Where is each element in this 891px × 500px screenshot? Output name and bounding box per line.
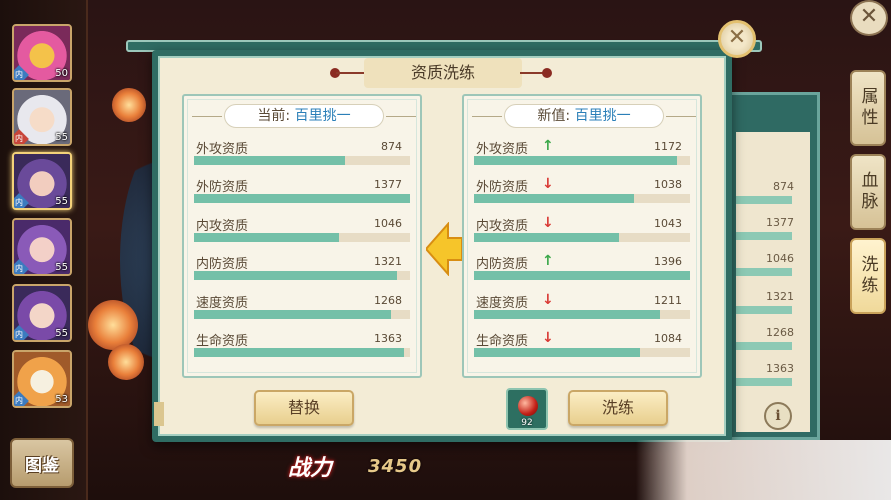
hero-slot-3[interactable]: 内 55 — [12, 152, 72, 210]
new-grade: 新值: 百里挑一 — [504, 104, 664, 128]
stat-row: 外攻资质 874 — [194, 138, 412, 172]
stat-row: 内防资质 ↑ 1396 — [474, 253, 692, 287]
stat-row: 速度资质 ↓ 1211 — [474, 292, 692, 326]
watermark-logo — [660, 446, 880, 494]
background-stat-row: 1268 — [736, 326, 810, 356]
stat-bar — [474, 194, 690, 203]
title-ornament-icon — [542, 68, 552, 78]
hero-slot-6[interactable]: 内 53 — [12, 350, 72, 408]
stat-row: 内攻资质 ↓ 1043 — [474, 215, 692, 249]
lantern-icon — [108, 344, 144, 380]
stat-bar — [194, 271, 410, 280]
stat-bar — [474, 348, 690, 357]
stat-bar — [194, 194, 410, 203]
background-stat-row: 1321 — [736, 290, 810, 320]
stat-bar — [194, 156, 410, 165]
refine-button[interactable]: 洗练 — [568, 390, 668, 426]
hero-level: 55 — [55, 262, 68, 273]
hero-level: 55 — [55, 328, 68, 339]
background-stat-row: 1363 — [736, 362, 810, 392]
arrow-down-icon: ↓ — [542, 292, 554, 308]
combat-power: 战力 3450 — [288, 446, 448, 486]
tab-bloodline[interactable]: 血脉 — [850, 154, 886, 230]
arrow-down-icon: ↓ — [542, 215, 554, 231]
dialog-title: 资质洗练 — [330, 58, 556, 88]
background-stat-row: 1046 — [736, 252, 810, 282]
arrow-down-icon: ↓ — [542, 330, 554, 346]
arrow-left-icon — [426, 222, 462, 276]
hero-slot-5[interactable]: 内 55 — [12, 284, 72, 342]
page-title: 资质洗练 — [364, 58, 522, 88]
new-stats-panel: 新值: 百里挑一 外攻资质 ↑ 1172 外防资质 ↓ 1038 内攻资质 ↓ … — [462, 94, 702, 378]
stat-bar — [474, 156, 690, 165]
power-label: 战力 — [288, 456, 333, 481]
hero-slot-1[interactable]: 内 50 — [12, 24, 72, 82]
stat-bar — [194, 310, 410, 319]
arrow-up-icon: ↑ — [542, 253, 554, 269]
hero-sidebar: 内 50 内 55 内 55 内 55 内 55 内 53 图鉴 — [0, 0, 88, 500]
stat-row: 速度资质 1268 — [194, 292, 412, 326]
gallery-button[interactable]: 图鉴 — [10, 438, 74, 488]
stat-row: 内防资质 1321 — [194, 253, 412, 287]
stat-row: 外防资质 1377 — [194, 176, 412, 210]
stat-row: 外防资质 ↓ 1038 — [474, 176, 692, 210]
tab-refine[interactable]: 洗练 — [850, 238, 886, 314]
hero-level: 53 — [55, 394, 68, 405]
arrow-up-icon: ↑ — [542, 138, 554, 154]
refine-stone-icon — [518, 396, 538, 416]
lantern-icon — [88, 300, 138, 350]
hero-slot-2[interactable]: 内 55 — [12, 88, 72, 146]
current-grade: 当前: 百里挑一 — [224, 104, 384, 128]
refine-stone-slot[interactable]: 92 — [506, 388, 548, 430]
hero-level: 50 — [55, 68, 68, 79]
background-stat-row: 1377 — [736, 216, 810, 246]
stat-bar — [194, 233, 410, 242]
stat-bar — [474, 310, 690, 319]
hero-level: 55 — [55, 196, 68, 207]
current-stats-panel: 当前: 百里挑一 外攻资质 874 外防资质 1377 内攻资质 1046 内防… — [182, 94, 422, 378]
item-count: 92 — [521, 418, 533, 428]
stat-bar — [474, 233, 690, 242]
background-stat-row: 874 — [736, 180, 810, 210]
hero-slot-4[interactable]: 内 55 — [12, 218, 72, 276]
stat-row: 内攻资质 1046 — [194, 215, 412, 249]
close-icon[interactable]: ✕ — [850, 0, 888, 36]
stat-row: 生命资质 ↓ 1084 — [474, 330, 692, 364]
hero-level: 55 — [55, 132, 68, 143]
close-icon[interactable]: ✕ — [718, 20, 756, 58]
stat-row: 生命资质 1363 — [194, 330, 412, 364]
stat-bar — [474, 271, 690, 280]
lantern-icon — [112, 88, 146, 122]
replace-button[interactable]: 替换 — [254, 390, 354, 426]
tab-attributes[interactable]: 属性 — [850, 70, 886, 146]
stat-row: 外攻资质 ↑ 1172 — [474, 138, 692, 172]
power-value: 3450 — [368, 456, 423, 477]
stat-bar — [194, 348, 410, 357]
arrow-down-icon: ↓ — [542, 176, 554, 192]
info-icon[interactable]: i — [764, 402, 792, 430]
